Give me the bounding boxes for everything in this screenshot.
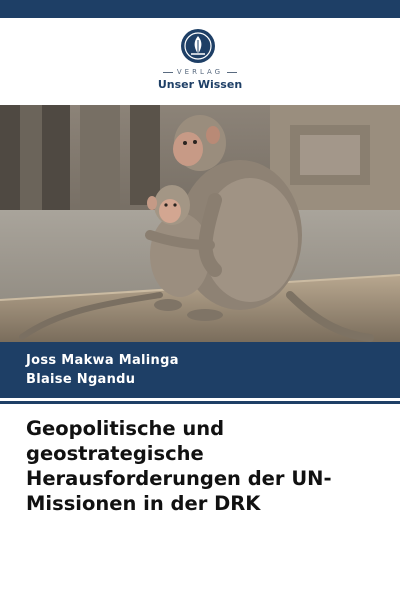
author-band	[0, 342, 400, 398]
publisher-emblem-icon	[181, 29, 215, 63]
book-title: Geopolitische und geostrategische Heraus…	[26, 417, 332, 515]
publisher-name: Unser Wissen	[157, 78, 243, 91]
author-name: Blaise Ngandu	[26, 372, 136, 387]
author-name: Joss Makwa Malinga	[26, 353, 179, 368]
cover-photo-illustration	[0, 105, 400, 342]
divider	[0, 401, 400, 404]
publisher-label: VERLAG	[0, 68, 400, 76]
publisher-logo: VERLAG Unser Wissen	[0, 28, 400, 98]
monkeys-photo	[0, 105, 400, 342]
top-color-band	[0, 0, 400, 18]
